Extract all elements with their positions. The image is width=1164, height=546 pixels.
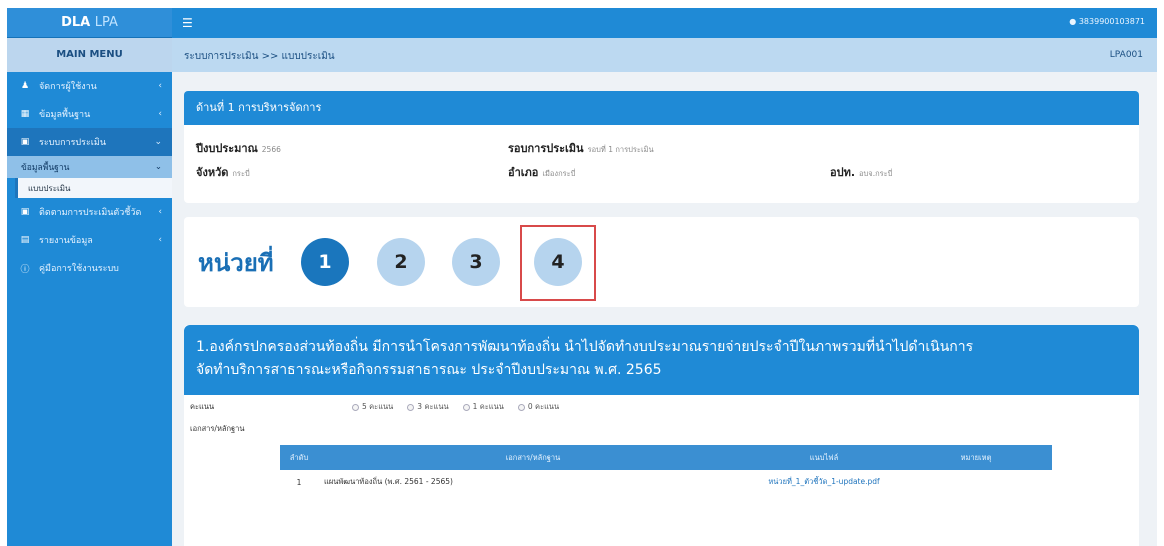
- bar-chart-icon: ▤: [20, 235, 30, 245]
- radio-icon: [462, 403, 470, 411]
- chevron-left-icon: ‹: [158, 81, 162, 91]
- main-content: ด้านที่ 1 การบริหารจัดการ ปีงบประมาณ 2566…: [172, 72, 1157, 546]
- unit-2-button[interactable]: 2: [377, 238, 425, 286]
- col-header-order: ลำดับ: [289, 452, 309, 462]
- assessment-round: รอบการประเมิน รอบที่ 1 การประเมิน: [508, 139, 654, 157]
- app-brand[interactable]: DLA LPA: [7, 8, 172, 38]
- org-label: อปท.: [830, 166, 856, 179]
- score-option-5[interactable]: 5 คะแนน: [352, 401, 393, 413]
- database-icon: ▦: [20, 109, 30, 119]
- breadcrumb[interactable]: ระบบการประเมิน >> แบบประเมิน: [184, 49, 335, 64]
- province-label: จังหวัด: [196, 166, 229, 179]
- org-value: อบจ.กระบี่: [859, 169, 893, 178]
- province: จังหวัด กระบี่: [196, 163, 250, 181]
- clipboard-icon: ▣: [20, 207, 30, 217]
- sidebar-item-label: ข้อมูลพื้นฐาน: [39, 110, 91, 120]
- brand-main: DLA: [61, 15, 91, 30]
- unit-1-button[interactable]: 1: [301, 238, 349, 286]
- province-value: กระบี่: [232, 169, 250, 178]
- score-option-label: 0 คะแนน: [527, 402, 560, 411]
- user-id: 3839900103871: [1078, 17, 1145, 26]
- top-bar: ☰ ● 3839900103871: [172, 8, 1157, 38]
- sidebar-item-label: คู่มือการใช้งานระบบ: [39, 264, 119, 274]
- sidebar-subitem-assessment-form[interactable]: แบบประเมิน: [15, 178, 172, 198]
- score-label: คะแนน: [190, 402, 215, 411]
- question-header: 1.องค์กรปกครองส่วนท้องถิ่น มีการนำโครงกา…: [184, 325, 1139, 395]
- chevron-left-icon: ‹: [158, 109, 162, 119]
- sidebar-item-basic-data[interactable]: ▦ ข้อมูลพื้นฐาน ‹: [7, 100, 172, 128]
- local-org: อปท. อบจ.กระบี่: [830, 163, 892, 181]
- chevron-down-icon: ⌄: [154, 137, 162, 147]
- district-value: เมืองกระบี่: [542, 169, 576, 178]
- section-title: ด้านที่ 1 การบริหารจัดการ: [184, 91, 1139, 125]
- chevron-left-icon: ‹: [158, 235, 162, 245]
- sidebar-subitem-label: ข้อมูลพื้นฐาน: [21, 163, 70, 173]
- cell-order: 1: [296, 477, 302, 487]
- evidence-label: เอกสาร/หลักฐาน: [190, 424, 245, 433]
- table-row: 1 แผนพัฒนาท้องถิ่น (พ.ศ. 2561 - 2565) หน…: [280, 470, 1052, 494]
- sidebar-item-label: จัดการผู้ใช้งาน: [39, 82, 97, 92]
- sidebar-subitem-basic-data[interactable]: ข้อมูลพื้นฐาน ⌄: [7, 156, 172, 178]
- sidebar-item-label: ระบบการประเมิน: [39, 138, 106, 148]
- score-option-0[interactable]: 0 คะแนน: [517, 401, 560, 413]
- radio-icon: [517, 403, 525, 411]
- sidebar-item-tracking[interactable]: ▣ ติดตามการประเมินตัวชี้วัด ‹: [7, 198, 172, 226]
- sidebar-item-assessment-system[interactable]: ▣ ระบบการประเมิน ⌄: [7, 128, 172, 156]
- brand-accent: LPA: [94, 15, 118, 30]
- chevron-left-icon: ‹: [158, 207, 162, 217]
- col-header-attachment: แนบไฟล์: [809, 452, 839, 462]
- col-header-remark: หมายเหตุ: [960, 452, 992, 462]
- district: อำเภอ เมืองกระบี่: [508, 163, 575, 181]
- radio-icon: [407, 403, 415, 411]
- fiscal-year-label: ปีงบประมาณ: [196, 142, 258, 155]
- main-menu-title: MAIN MENU: [7, 38, 172, 72]
- score-option-3[interactable]: 3 คะแนน: [407, 401, 449, 413]
- sidebar-item-manual[interactable]: ⓘ คู่มือการใช้งานระบบ: [7, 254, 172, 282]
- round-value: รอบที่ 1 การประเมิน: [587, 145, 654, 154]
- score-option-label: 1 คะแนน: [472, 402, 504, 411]
- col-header-document: เอกสาร/หลักฐาน: [505, 452, 561, 462]
- user-icon: ●: [1069, 17, 1077, 26]
- clipboard-icon: ▣: [20, 137, 30, 147]
- round-label: รอบการประเมิน: [508, 142, 584, 155]
- unit-selector-panel: หน่วยที่ 1 2 3 4: [184, 217, 1139, 307]
- fiscal-year: ปีงบประมาณ 2566: [196, 139, 281, 157]
- question-line-1: 1.องค์กรปกครองส่วนท้องถิ่น มีการนำโครงกา…: [196, 339, 974, 355]
- page-code: LPA001: [1109, 50, 1143, 60]
- user-account[interactable]: ● 3839900103871: [1069, 17, 1145, 26]
- sidebar: DLA LPA MAIN MENU ♟ จัดการผู้ใช้งาน ‹ ▦ …: [7, 8, 172, 546]
- sidebar-item-label: ติดตามการประเมินตัวชี้วัด: [39, 208, 142, 218]
- evidence-table: ลำดับ เอกสาร/หลักฐาน แนบไฟล์ หมายเหตุ 1 …: [280, 445, 1052, 494]
- cell-document: แผนพัฒนาท้องถิ่น (พ.ศ. 2561 - 2565): [324, 477, 453, 486]
- sidebar-item-reports[interactable]: ▤ รายงานข้อมูล ‹: [7, 226, 172, 254]
- score-option-label: 5 คะแนน: [362, 402, 394, 411]
- user-icon: ♟: [20, 81, 30, 91]
- district-label: อำเภอ: [508, 166, 539, 179]
- question-line-2: จัดทำบริการสาธารณะหรือกิจกรรมสาธารณะ ประ…: [196, 362, 662, 378]
- menu-toggle-icon[interactable]: ☰: [182, 16, 193, 30]
- fiscal-year-value: 2566: [261, 145, 281, 154]
- radio-icon: [352, 403, 359, 411]
- unit-3-button[interactable]: 3: [452, 238, 500, 286]
- score-option-1[interactable]: 1 คะแนน: [462, 401, 504, 413]
- cell-attachment: หน่วยที่_1_ตัวชี้วัด_1-update.pdf: [748, 476, 900, 488]
- table-header: ลำดับ เอกสาร/หลักฐาน แนบไฟล์ หมายเหตุ: [280, 445, 1052, 470]
- highlight-box: [520, 225, 596, 301]
- breadcrumb-bar: ระบบการประเมิน >> แบบประเมิน LPA001: [172, 38, 1157, 72]
- score-options: 5 คะแนน 3 คะแนน 1 คะแนน 0 คะแนน: [352, 401, 559, 413]
- score-option-label: 3 คะแนน: [417, 402, 449, 411]
- section-info-panel: ด้านที่ 1 การบริหารจัดการ ปีงบประมาณ 2566…: [184, 91, 1139, 203]
- question-panel: 1.องค์กรปกครองส่วนท้องถิ่น มีการนำโครงกา…: [184, 325, 1139, 546]
- chevron-down-icon: ⌄: [154, 162, 162, 172]
- attachment-link[interactable]: หน่วยที่_1_ตัวชี้วัด_1-update.pdf: [768, 477, 879, 486]
- sidebar-item-user-management[interactable]: ♟ จัดการผู้ใช้งาน ‹: [7, 72, 172, 100]
- unit-label: หน่วยที่: [198, 249, 274, 277]
- sidebar-item-label: รายงานข้อมูล: [39, 236, 93, 246]
- help-circle-icon: ⓘ: [20, 264, 30, 275]
